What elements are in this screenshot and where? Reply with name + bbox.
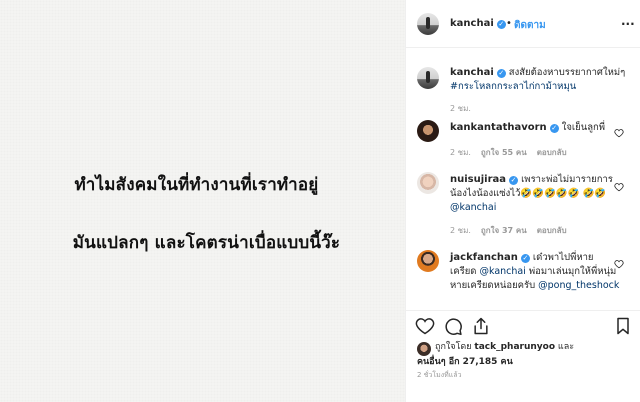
bookmark-icon[interactable] bbox=[613, 316, 633, 336]
comment-like-heart-icon[interactable] bbox=[614, 259, 624, 269]
comment-mention[interactable]: @kanchai bbox=[479, 266, 525, 277]
verified-badge-icon: ✓ bbox=[549, 124, 559, 133]
verified-badge-icon: ✓ bbox=[496, 69, 506, 78]
commenter-avatar[interactable] bbox=[417, 172, 439, 194]
caption: kanchai ✓ สงสัยต้องหาบรรยากาศใหม่ๆ #กระโห… bbox=[450, 66, 635, 94]
comment-username[interactable]: kankantathavorn bbox=[450, 122, 547, 133]
post-sidebar: kanchai ✓ • ติดตาม ... kanchai ✓ สงสัยต้อง… bbox=[405, 0, 640, 402]
header-username-text[interactable]: kanchai bbox=[450, 18, 494, 29]
follow-button[interactable]: ติดตาม bbox=[514, 18, 546, 33]
verified-badge-icon: ✓ bbox=[496, 20, 506, 29]
post-image[interactable]: ทำไมสังคมในที่ทำงานที่เราทำอยู่ มันแปลกๆ… bbox=[0, 0, 405, 402]
header-username[interactable]: kanchai ✓ bbox=[450, 18, 506, 29]
post-timestamp[interactable]: 2 ชั่วโมงที่แล้ว bbox=[417, 370, 462, 381]
heart-icon[interactable] bbox=[415, 316, 435, 336]
comment-time: 2 ชม. bbox=[450, 148, 471, 157]
image-text-line-2: มันแปลกๆ และโคตรน่าเบื่อแบบนี้ว๊ะ bbox=[72, 233, 341, 253]
action-bar bbox=[406, 310, 640, 340]
commenter-avatar[interactable] bbox=[417, 120, 439, 142]
instagram-post: ทำไมสังคมในที่ทำงานที่เราทำอยู่ มันแปลกๆ… bbox=[0, 0, 640, 402]
avatar[interactable] bbox=[417, 13, 439, 35]
comment-username[interactable]: nuisujiraa bbox=[450, 174, 506, 185]
verified-badge-icon: ✓ bbox=[520, 254, 530, 263]
liker-username[interactable]: tack_pharunyoo bbox=[474, 342, 555, 352]
likes-summary: ถูกใจโดย tack_pharunyoo และ คนอื่นๆ อีก … bbox=[417, 340, 637, 370]
comment-likes[interactable]: ถูกใจ 55 คน bbox=[481, 148, 527, 157]
caption-avatar[interactable] bbox=[417, 67, 439, 89]
reply-button[interactable]: ตอบกลับ bbox=[537, 226, 567, 235]
image-text-line-1: ทำไมสังคมในที่ทำงานที่เราทำอยู่ bbox=[74, 175, 319, 195]
caption-time: 2 ชม. bbox=[450, 102, 481, 115]
reply-button[interactable]: ตอบกลับ bbox=[537, 148, 567, 157]
more-options-icon[interactable]: ... bbox=[621, 14, 635, 28]
comment-mention[interactable]: @kanchai bbox=[450, 202, 496, 213]
post-header: kanchai ✓ • ติดตาม ... bbox=[406, 0, 640, 48]
comment-text: ใจเย็นลูกพี่ bbox=[561, 122, 606, 133]
commenter-avatar[interactable] bbox=[417, 250, 439, 272]
caption-hashtag[interactable]: #กระโหลกกระลาไก่กาม้าหมุน bbox=[450, 81, 576, 92]
likes-count[interactable]: คนอื่นๆ อีก 27,185 คน bbox=[417, 357, 513, 367]
comment-mention-2[interactable]: @pong_theshock bbox=[538, 280, 619, 291]
comment: nuisujiraa ✓ เพราะพ่อไม่มารายการ น้องไงน้… bbox=[450, 173, 615, 215]
likes-and: และ bbox=[557, 342, 575, 352]
comment-meta: 2 ชม. ถูกใจ 37 คน ตอบกลับ bbox=[450, 224, 577, 237]
comment: jackfanchan ✓ เด๋วพาไปพี่หาย เครียด @kanc… bbox=[450, 251, 620, 293]
comment: kankantathavorn ✓ ใจเย็นลูกพี่ bbox=[450, 121, 620, 135]
comment-text-2: 🤣🤣 bbox=[582, 188, 607, 199]
share-icon[interactable] bbox=[471, 316, 491, 336]
comment-likes[interactable]: ถูกใจ 37 คน bbox=[481, 226, 527, 235]
comment-meta: 2 ชม. ถูกใจ 55 คน ตอบกลับ bbox=[450, 146, 577, 159]
caption-text: สงสัยต้องหาบรรยากาศใหม่ๆ bbox=[508, 67, 626, 78]
separator-dot: • bbox=[506, 18, 512, 29]
comment-like-heart-icon[interactable] bbox=[614, 128, 624, 138]
likes-prefix: ถูกใจโดย bbox=[435, 342, 472, 352]
caption-username[interactable]: kanchai bbox=[450, 67, 494, 78]
comment-icon[interactable] bbox=[443, 316, 463, 336]
comment-username[interactable]: jackfanchan bbox=[450, 252, 518, 263]
comment-like-heart-icon[interactable] bbox=[614, 182, 624, 192]
comment-time: 2 ชม. bbox=[450, 226, 471, 235]
verified-badge-icon: ✓ bbox=[509, 176, 519, 185]
caption-time-text: 2 ชม. bbox=[450, 104, 471, 113]
